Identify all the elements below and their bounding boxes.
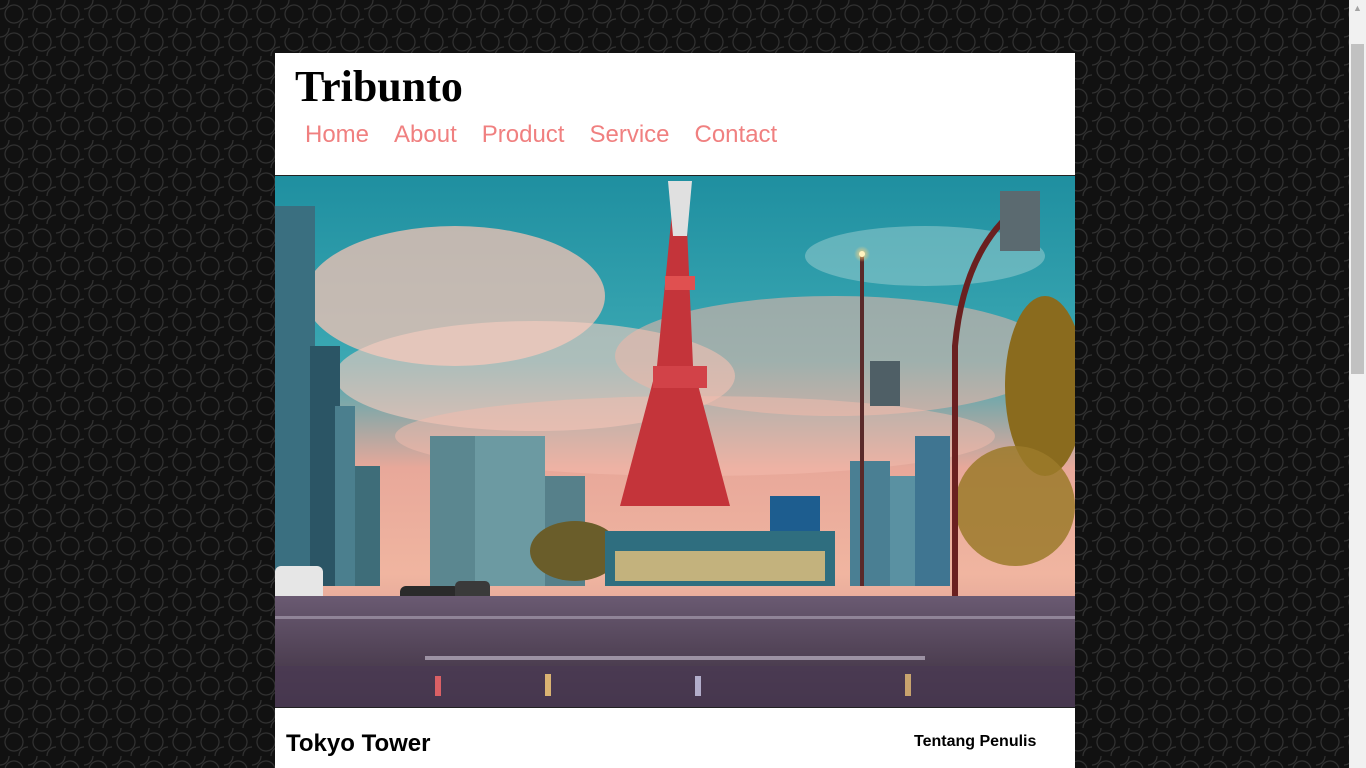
nav-service-link[interactable]: Service [589, 121, 669, 149]
page-scrollbar[interactable]: ▲ [1349, 0, 1366, 768]
main-nav: Home About Product Service Contact [305, 121, 777, 149]
article-title: Tokyo Tower [286, 730, 431, 757]
page-container: Tribunto Home About Product Service Cont… [275, 53, 1075, 768]
sidebar-title: Tentang Penulis [914, 733, 1037, 750]
nav-product-link[interactable]: Product [482, 121, 565, 149]
nav-home-link[interactable]: Home [305, 121, 369, 149]
nav-about-link[interactable]: About [394, 121, 457, 149]
scroll-up-arrow-icon[interactable]: ▲ [1349, 0, 1366, 17]
hero-image [275, 176, 1075, 708]
site-header: Tribunto Home About Product Service Cont… [275, 53, 1075, 176]
content-area: Tokyo Tower Tentang Penulis [275, 708, 1075, 768]
scroll-thumb[interactable] [1351, 44, 1364, 374]
nav-contact-link[interactable]: Contact [695, 121, 778, 149]
site-brand: Tribunto [295, 62, 463, 111]
